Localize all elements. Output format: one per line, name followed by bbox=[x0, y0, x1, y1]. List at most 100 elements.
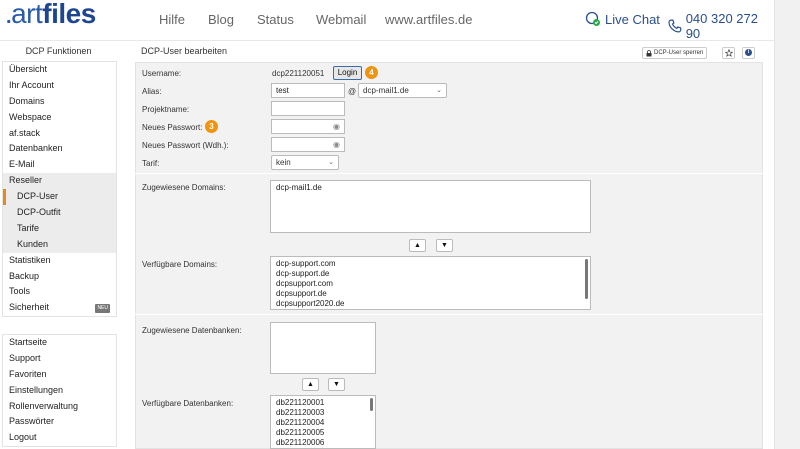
available-domains-scrollbar[interactable] bbox=[585, 259, 588, 299]
header: .artfiles Hilfe Blog Status Webmail www.… bbox=[0, 0, 774, 41]
step-badge-3: 3 bbox=[205, 120, 218, 133]
chat-icon bbox=[585, 11, 600, 26]
list-item[interactable]: dcp-support.de bbox=[276, 269, 585, 279]
chevron-down-icon: ⌄ bbox=[436, 87, 442, 94]
chevron-down-icon: ⌄ bbox=[328, 159, 334, 166]
tarif-label: Tarif: bbox=[142, 159, 160, 168]
assigned-databases-list[interactable] bbox=[270, 322, 376, 374]
sidebar-menu: Übersicht Ihr Account Domains Webspace a… bbox=[2, 61, 117, 318]
assigned-databases-label: Zugewiesene Datenbanken: bbox=[142, 326, 242, 335]
list-item[interactable]: dcp-mail1.de bbox=[276, 183, 585, 193]
sidebar-item-rollenverwaltung[interactable]: Rollenverwaltung bbox=[3, 399, 116, 415]
logo-files: files bbox=[42, 0, 96, 29]
sidebar-title: DCP Funktionen bbox=[25, 46, 92, 56]
sidebar-item-backup[interactable]: Backup bbox=[3, 269, 116, 285]
step-badge-4: 4 bbox=[365, 66, 378, 79]
sidebar-item-tools[interactable]: Tools bbox=[3, 284, 116, 300]
list-item[interactable]: db221120005 bbox=[276, 428, 370, 438]
artfiles-logo[interactable]: .artfiles bbox=[6, 0, 96, 31]
logo-art: art bbox=[11, 0, 43, 29]
section-divider bbox=[135, 314, 763, 315]
available-domains-label: Verfügbare Domains: bbox=[142, 260, 218, 269]
sidebar-item-ihr-account[interactable]: Ihr Account bbox=[3, 78, 116, 94]
sidebar-item-datenbanken[interactable]: Datenbanken bbox=[3, 141, 116, 157]
username-value: dcp221120051 bbox=[272, 69, 325, 78]
tarif-select[interactable]: kein ⌄ bbox=[271, 155, 339, 170]
list-item[interactable]: db221120004 bbox=[276, 418, 370, 428]
sidebar-item-dcp-outfit[interactable]: DCP-Outfit bbox=[3, 205, 116, 221]
list-item[interactable]: dcpsupport2020.de bbox=[276, 299, 585, 309]
assigned-domains-label: Zugewiesene Domains: bbox=[142, 183, 226, 192]
available-domains-list[interactable]: dcp-support.com dcp-support.de dcpsuppor… bbox=[270, 256, 591, 310]
info-icon: i bbox=[745, 49, 752, 57]
sidebar-item-sicherheit[interactable]: Sicherheit NEU bbox=[3, 300, 116, 316]
eye-icon[interactable]: ◉ bbox=[333, 120, 340, 133]
nav-status[interactable]: Status bbox=[257, 12, 294, 27]
sidebar-item-domains[interactable]: Domains bbox=[3, 94, 116, 110]
sidebar-item-logout[interactable]: Logout bbox=[3, 430, 116, 446]
nav-blog[interactable]: Blog bbox=[208, 12, 234, 27]
sidebar-item-sicherheit-label: Sicherheit bbox=[9, 302, 50, 313]
sidebar-item-support[interactable]: Support bbox=[3, 351, 116, 367]
at-sign: @ bbox=[348, 87, 357, 96]
sidebar-item-passwoerter[interactable]: Passwörter bbox=[3, 414, 116, 430]
nav-webmail[interactable]: Webmail bbox=[316, 12, 366, 27]
username-label: Username: bbox=[142, 69, 182, 78]
sidebar-menu-secondary: Startseite Support Favoriten Einstellung… bbox=[2, 334, 117, 448]
sidebar-item-dcp-user[interactable]: DCP-User bbox=[3, 189, 116, 206]
list-item[interactable]: dcpsupport.de bbox=[276, 289, 585, 299]
sidebar-item-tarife[interactable]: Tarife bbox=[3, 220, 116, 237]
eye-icon[interactable]: ◉ bbox=[333, 138, 340, 151]
lock-icon bbox=[646, 49, 652, 56]
alias-domain-value: dcp-mail1.de bbox=[363, 86, 409, 95]
list-item[interactable]: dcp-support.com bbox=[276, 259, 585, 269]
sidebar-item-reseller[interactable]: Reseller bbox=[3, 173, 116, 190]
sidebar-item-webspace[interactable]: Webspace bbox=[3, 110, 116, 126]
nav-hilfe[interactable]: Hilfe bbox=[159, 12, 185, 27]
move-up-button-db[interactable]: ▲ bbox=[302, 378, 319, 391]
star-icon bbox=[724, 48, 733, 57]
section-divider bbox=[135, 173, 763, 174]
new-password-input[interactable]: ◉ bbox=[271, 119, 345, 134]
projektname-input[interactable] bbox=[271, 101, 345, 116]
neu-badge: NEU bbox=[95, 304, 110, 314]
sidebar-item-af-stack[interactable]: af.stack bbox=[3, 126, 116, 142]
page-title: DCP-User bearbeiten bbox=[141, 46, 228, 56]
live-chat-label: Live Chat bbox=[605, 11, 660, 27]
list-item[interactable]: db221120001 bbox=[276, 398, 370, 408]
sidebar-item-einstellungen[interactable]: Einstellungen bbox=[3, 383, 116, 399]
sidebar-item-kunden[interactable]: Kunden bbox=[3, 236, 116, 253]
available-databases-label: Verfügbare Datenbanken: bbox=[142, 399, 234, 408]
sidebar-item-startseite[interactable]: Startseite bbox=[3, 335, 116, 351]
assigned-domains-list[interactable]: dcp-mail1.de bbox=[270, 180, 591, 233]
lock-dcp-user-button[interactable]: DCP-User sperren bbox=[642, 47, 708, 59]
list-item[interactable]: db221120003 bbox=[276, 408, 370, 418]
new-password-label: Neues Passwort: bbox=[142, 123, 203, 132]
list-item[interactable]: dcpsupport.com bbox=[276, 279, 585, 289]
alias-domain-select[interactable]: dcp-mail1.de ⌄ bbox=[358, 83, 447, 98]
phone-number: 040 320 272 90 bbox=[685, 11, 758, 41]
alias-input[interactable]: test bbox=[271, 83, 345, 98]
phone-icon bbox=[668, 19, 682, 33]
sidebar-item-statistiken[interactable]: Statistiken bbox=[3, 253, 116, 269]
login-button[interactable]: Login bbox=[333, 66, 362, 80]
phone-link[interactable]: 040 320 272 90 bbox=[668, 11, 774, 41]
list-item[interactable]: db221120006 bbox=[276, 438, 370, 448]
nav-website[interactable]: www.artfiles.de bbox=[385, 12, 472, 27]
live-chat-link[interactable]: Live Chat bbox=[585, 11, 660, 27]
move-down-button[interactable]: ▼ bbox=[436, 239, 453, 252]
favorite-button[interactable] bbox=[722, 47, 735, 59]
move-down-button-db[interactable]: ▼ bbox=[328, 378, 345, 391]
page-scrollbar-area[interactable] bbox=[774, 0, 800, 449]
available-databases-scrollbar[interactable] bbox=[370, 398, 373, 411]
info-button[interactable]: i bbox=[742, 47, 755, 59]
sidebar-item-uebersicht[interactable]: Übersicht bbox=[3, 62, 116, 78]
new-password-repeat-input[interactable]: ◉ bbox=[271, 137, 345, 152]
new-password-repeat-label: Neues Passwort (Wdh.): bbox=[142, 141, 229, 150]
available-databases-list[interactable]: db221120001 db221120003 db221120004 db22… bbox=[270, 395, 376, 449]
sidebar-item-favoriten[interactable]: Favoriten bbox=[3, 367, 116, 383]
projektname-label: Projektname: bbox=[142, 105, 190, 114]
sidebar-item-email[interactable]: E-Mail bbox=[3, 157, 116, 173]
move-up-button[interactable]: ▲ bbox=[409, 239, 426, 252]
header-divider bbox=[0, 40, 774, 41]
